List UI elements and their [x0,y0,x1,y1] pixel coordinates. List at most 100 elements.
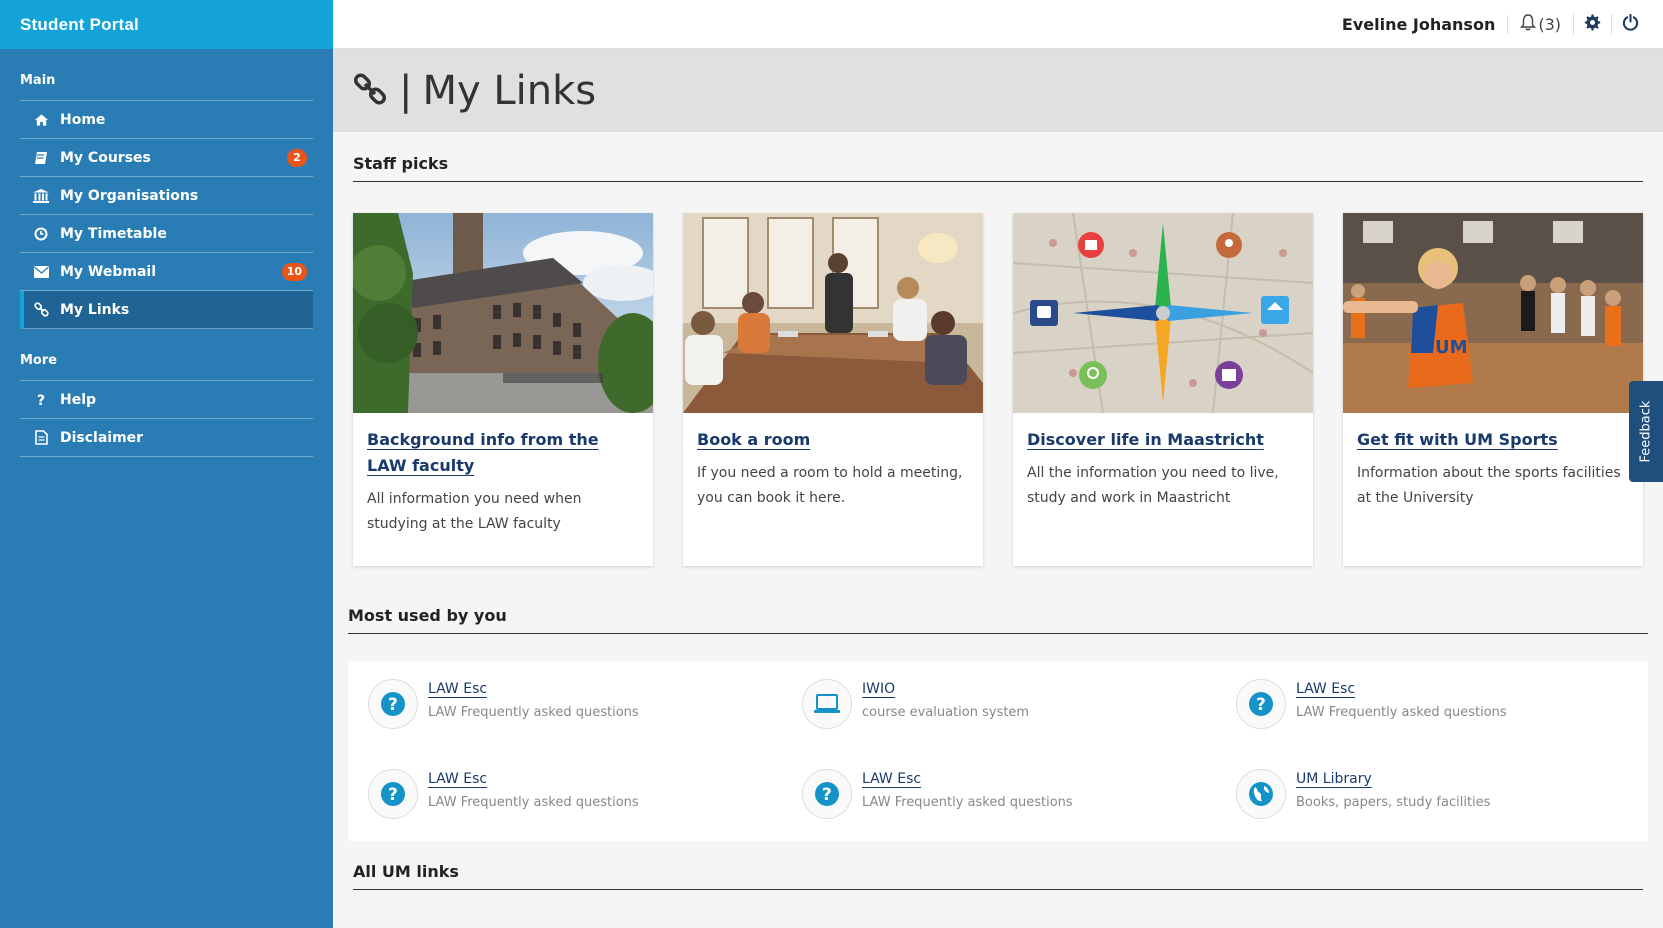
most-used-text: LAW Esc LAW Frequently asked questions [862,769,1073,810]
notifications-button[interactable]: (3) [1508,13,1574,35]
most-used-text: UM Library Books, papers, study faciliti… [1296,769,1490,810]
most-used-item[interactable]: IWIO course evaluation system [802,679,1236,769]
svg-text:?: ? [388,785,398,805]
logout-button[interactable] [1612,13,1649,35]
question-circle-icon: ? [368,679,418,729]
svg-text:?: ? [37,393,45,407]
question-icon: ? [32,391,50,409]
book-icon [32,149,50,167]
most-used-title[interactable]: UM Library [1296,771,1490,787]
sidebar-item-label: My Courses [60,149,151,166]
nav-main-section: Main Home My Courses 2 My Organisations [0,49,333,329]
most-used-title[interactable]: LAW Esc [1296,681,1507,697]
sidebar-item-my-organisations[interactable]: My Organisations [20,177,313,215]
mail-icon [32,263,50,281]
most-used-text: LAW Esc LAW Frequently asked questions [428,769,639,810]
question-circle-icon: ? [1236,679,1286,729]
sidebar-item-my-courses[interactable]: My Courses 2 [20,139,313,177]
most-used-title[interactable]: LAW Esc [428,771,639,787]
top-bar: Eveline Johanson (3) [333,0,1663,49]
card-body: Background info from the LAW faculty All… [353,413,653,551]
webmail-badge: 10 [281,262,307,281]
brand-title[interactable]: Student Portal [0,0,333,49]
most-used-subtitle: LAW Frequently asked questions [428,795,639,810]
notifications-count: (3) [1538,14,1561,34]
sidebar-item-my-webmail[interactable]: My Webmail 10 [20,253,313,291]
most-used-title[interactable]: LAW Esc [428,681,639,697]
nav-more-list: ? Help Disclaimer [20,380,313,457]
card-title[interactable]: Book a room [697,427,969,453]
bell-icon [1520,13,1537,35]
document-icon [32,429,50,447]
sidebar-item-label: My Organisations [60,187,199,204]
power-icon [1622,13,1639,35]
question-circle-icon: ? [368,769,418,819]
card-image-compass-map [1013,213,1313,413]
card-discover-maastricht[interactable]: Discover life in Maastricht All the info… [1013,213,1313,566]
card-title[interactable]: Get fit with UM Sports [1357,427,1629,453]
most-used-title[interactable]: IWIO [862,681,1029,697]
card-law-faculty[interactable]: Background info from the LAW faculty All… [353,213,653,566]
most-used-item[interactable]: UM Library Books, papers, study faciliti… [1236,769,1663,859]
card-um-sports[interactable]: UM Get fit with UM Sports Information ab… [1343,213,1643,566]
card-description: All information you need when studying a… [367,491,582,532]
globe-icon [1236,769,1286,819]
sidebar-item-my-links[interactable]: My Links [20,291,313,329]
sidebar-item-disclaimer[interactable]: Disclaimer [20,419,313,457]
card-title[interactable]: Discover life in Maastricht [1027,427,1299,453]
sidebar-item-home[interactable]: Home [20,101,313,139]
sidebar-item-help[interactable]: ? Help [20,381,313,419]
staff-picks-cards: Background info from the LAW faculty All… [353,213,1643,566]
most-used-text: LAW Esc LAW Frequently asked questions [428,679,639,720]
card-title[interactable]: Background info from the LAW faculty [367,427,639,479]
laptop-icon [802,679,852,729]
svg-text:?: ? [388,695,398,715]
clock-icon [32,225,50,243]
most-used-heading: Most used by you [348,606,1648,634]
card-image-meeting-room [683,213,983,413]
svg-text:?: ? [1256,695,1266,715]
card-description: If you need a room to hold a meeting, yo… [697,465,963,506]
card-body: Get fit with UM Sports Information about… [1343,413,1643,525]
svg-text:?: ? [822,785,832,805]
most-used-subtitle: LAW Frequently asked questions [862,795,1073,810]
page-header: | My Links [333,49,1663,132]
settings-button[interactable] [1574,13,1612,35]
most-used-text: IWIO course evaluation system [862,679,1029,720]
most-used-item[interactable]: ? LAW Esc LAW Frequently asked questions [368,679,802,769]
feedback-label: Feedback [1638,400,1654,463]
card-book-room[interactable]: Book a room If you need a room to hold a… [683,213,983,566]
most-used-panel: ? LAW Esc LAW Frequently asked questions… [348,661,1648,841]
card-image-sports-hall: UM [1343,213,1643,413]
most-used-title[interactable]: LAW Esc [862,771,1073,787]
page-title: | My Links [399,68,596,114]
courses-badge: 2 [287,148,307,167]
most-used-item[interactable]: ? LAW Esc LAW Frequently asked questions [802,769,1236,859]
main-content: Staff picks Background info from the LAW… [333,132,1663,928]
svg-text:UM: UM [1435,337,1468,358]
card-body: Book a room If you need a room to hold a… [683,413,983,525]
nav-main-list: Home My Courses 2 My Organisations My Ti… [20,100,313,329]
most-used-item[interactable]: ? LAW Esc LAW Frequently asked questions [368,769,802,859]
sidebar-item-label: My Links [60,301,130,318]
card-description: Information about the sports facilities … [1357,465,1621,506]
sidebar-item-my-timetable[interactable]: My Timetable [20,215,313,253]
most-used-subtitle: LAW Frequently asked questions [428,705,639,720]
user-name[interactable]: Eveline Johanson [1342,14,1509,34]
most-used-item[interactable]: ? LAW Esc LAW Frequently asked questions [1236,679,1663,769]
page-title-text: My Links [422,67,597,114]
feedback-tab[interactable]: Feedback [1629,381,1663,482]
sidebar-item-label: My Timetable [60,225,167,242]
sidebar-item-label: Disclaimer [60,429,144,446]
card-description: All the information you need to live, st… [1027,465,1279,506]
link-icon [32,301,50,319]
building-icon [32,187,50,205]
card-body: Discover life in Maastricht All the info… [1013,413,1313,525]
nav-section-title-main: Main [20,73,56,88]
all-um-links-heading: All UM links [353,862,1643,890]
card-image-law-building [353,213,653,413]
most-used-subtitle: LAW Frequently asked questions [1296,705,1507,720]
most-used-text: LAW Esc LAW Frequently asked questions [1296,679,1507,720]
most-used-subtitle: Books, papers, study facilities [1296,795,1491,810]
staff-picks-heading: Staff picks [353,154,1643,182]
